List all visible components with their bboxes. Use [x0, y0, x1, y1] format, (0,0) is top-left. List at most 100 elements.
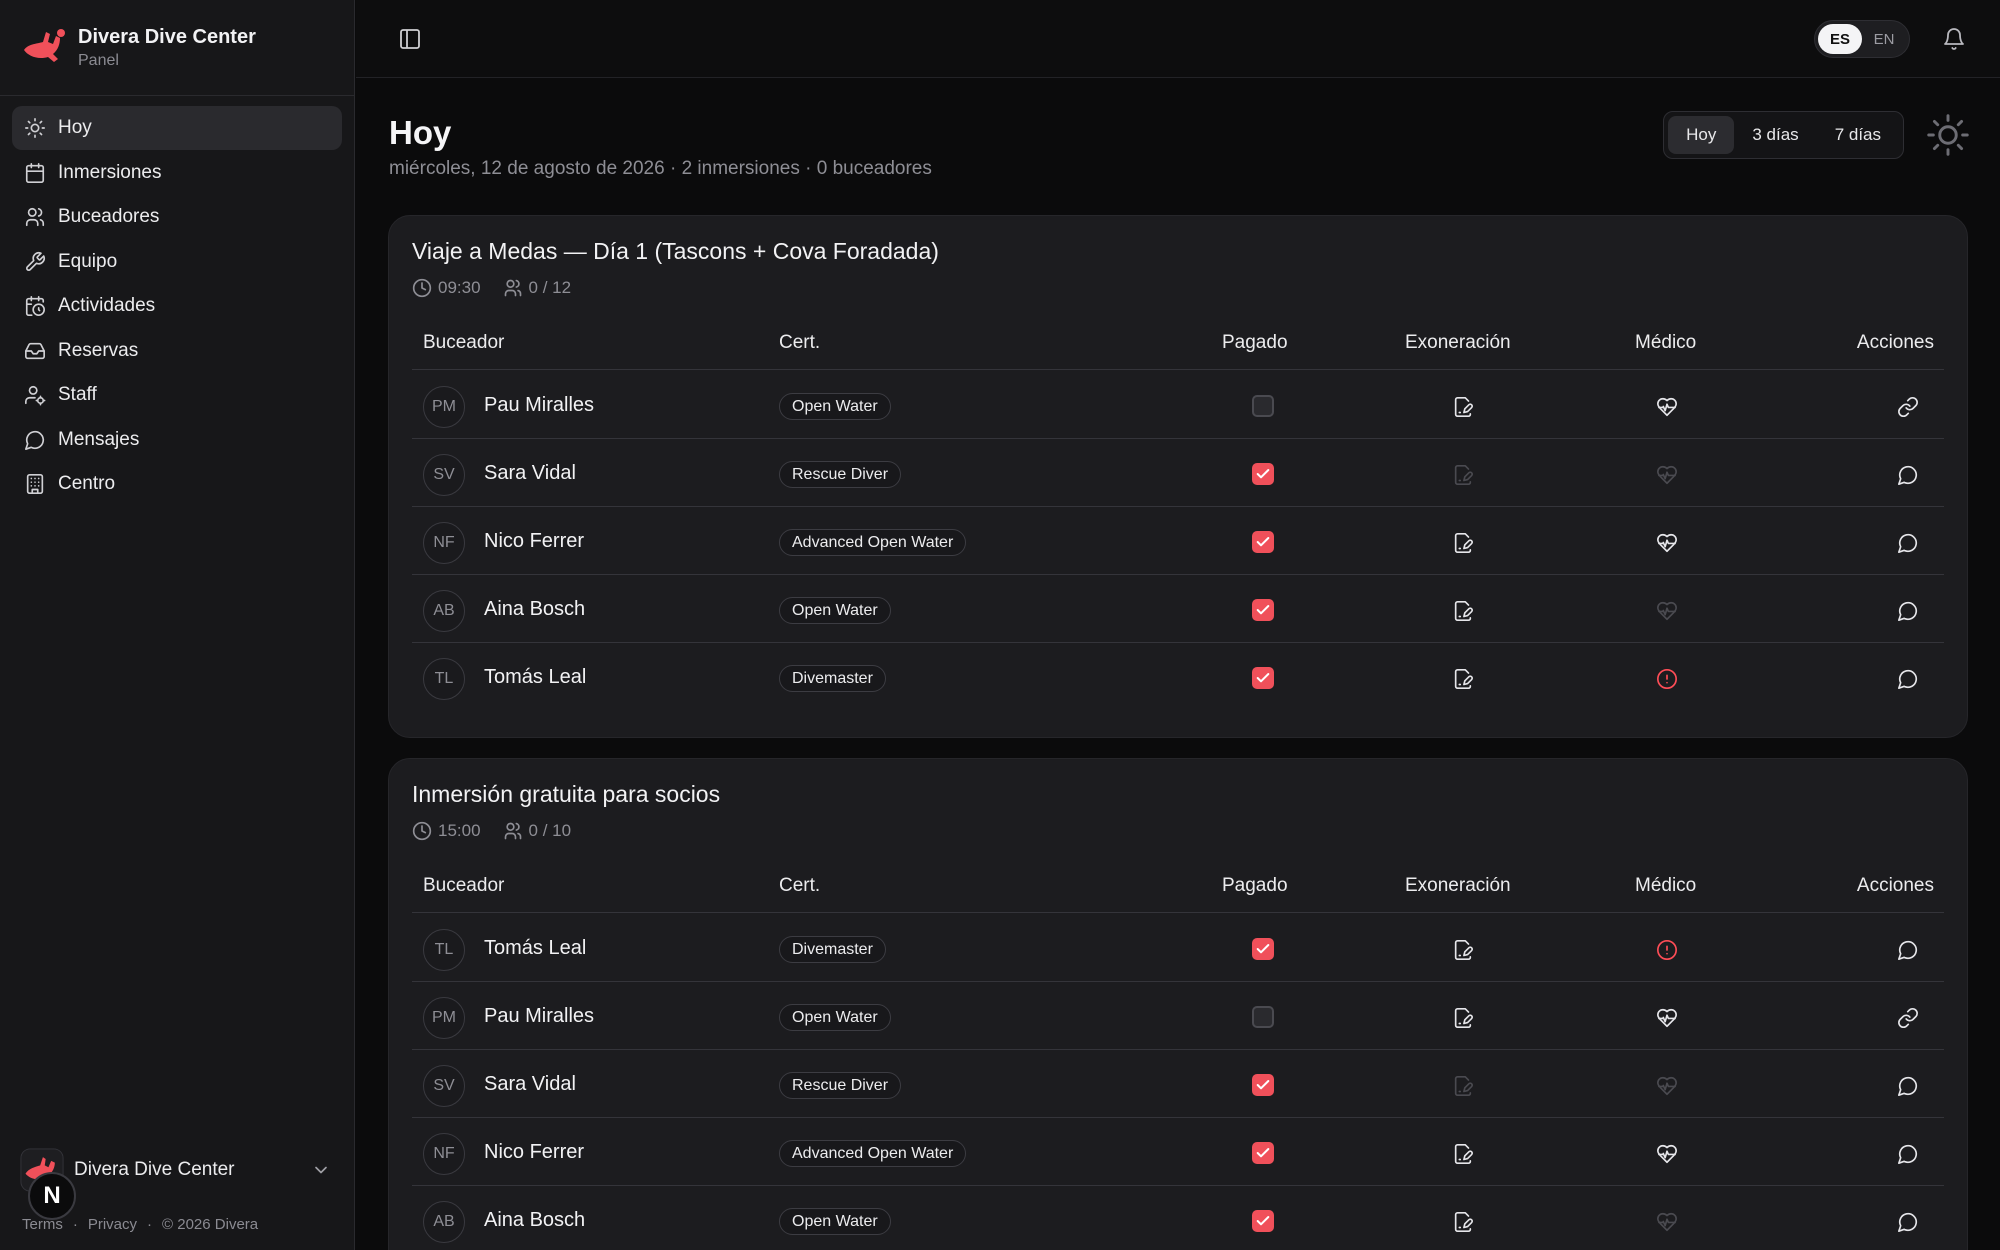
- sidebar: Divera Dive Center Panel Hoy Inmersiones B…: [0, 0, 355, 1250]
- file-signature-icon[interactable]: [1452, 600, 1474, 622]
- message-icon[interactable]: [1897, 1143, 1919, 1165]
- dive-title: Inmersión gratuita para socios: [412, 781, 721, 807]
- dive-time: 09:30: [438, 278, 481, 297]
- dive-title: Viaje a Medas — Día 1 (Tascons + Cova Fo…: [412, 238, 939, 264]
- file-signature-icon[interactable]: [1452, 1143, 1474, 1165]
- sidebar-item-buceadores[interactable]: Buceadores: [12, 195, 342, 239]
- paid-checkbox[interactable]: [1252, 1006, 1274, 1028]
- message-icon[interactable]: [1897, 1075, 1919, 1097]
- message-icon[interactable]: [1897, 532, 1919, 554]
- lang-en-button[interactable]: EN: [1862, 24, 1906, 54]
- table-header: Buceador Cert. Pagado Exoneración Médico Acci…: [412, 316, 1944, 370]
- sidebar-item-hoy[interactable]: Hoy: [12, 106, 342, 150]
- sidebar-item-centro[interactable]: Centro: [12, 462, 342, 506]
- check-icon: [1256, 537, 1270, 547]
- message-icon[interactable]: [1897, 1211, 1919, 1233]
- diver-name[interactable]: Aina Bosch: [484, 1209, 585, 1232]
- file-signature-icon[interactable]: [1452, 1211, 1474, 1233]
- col-paid: Pagado: [1222, 875, 1288, 896]
- message-icon[interactable]: [1897, 600, 1919, 622]
- cert-badge: Rescue Diver: [779, 461, 902, 488]
- users-icon: [25, 207, 45, 227]
- paid-checkbox[interactable]: [1252, 1074, 1274, 1096]
- file-signature-icon[interactable]: [1452, 464, 1474, 486]
- sidebar-item-actividades[interactable]: Actividades: [12, 284, 342, 328]
- table-row: SV Sara Vidal Rescue Diver: [412, 1050, 1944, 1118]
- account-name: Divera Dive Center: [74, 1159, 235, 1180]
- heart-pulse-icon[interactable]: [1656, 600, 1678, 622]
- range-3-days-button[interactable]: 3 días: [1734, 116, 1816, 154]
- alert-circle-icon[interactable]: [1656, 939, 1678, 961]
- cert-badge: Divemaster: [779, 665, 886, 692]
- diver-name[interactable]: Nico Ferrer: [484, 530, 584, 553]
- dev-tools-badge[interactable]: N: [28, 1172, 76, 1220]
- heart-pulse-icon[interactable]: [1656, 1143, 1678, 1165]
- building-icon: [26, 474, 44, 494]
- bell-icon[interactable]: [1942, 27, 1966, 51]
- range-today-button[interactable]: Hoy: [1668, 116, 1735, 154]
- copyright: © 2026 Divera: [162, 1215, 259, 1233]
- file-signature-icon[interactable]: [1452, 939, 1474, 961]
- diver-name[interactable]: Sara Vidal: [484, 462, 576, 485]
- range-7-days-button[interactable]: 7 días: [1817, 116, 1899, 154]
- message-icon[interactable]: [1897, 668, 1919, 690]
- sidebar-toggle-icon[interactable]: [398, 27, 422, 51]
- sun-icon[interactable]: [1926, 113, 1970, 157]
- alert-circle-icon[interactable]: [1656, 668, 1678, 690]
- table-row: PM Pau Miralles Open Water: [412, 371, 1944, 439]
- diver-name[interactable]: Nico Ferrer: [484, 1141, 584, 1164]
- avatar: AB: [423, 1201, 465, 1243]
- cert-badge: Open Water: [779, 1004, 891, 1031]
- heart-pulse-icon[interactable]: [1656, 464, 1678, 486]
- avatar: TL: [423, 929, 465, 971]
- diver-name[interactable]: Pau Miralles: [484, 394, 594, 417]
- link-icon[interactable]: [1897, 1007, 1919, 1029]
- check-icon: [1256, 1216, 1270, 1226]
- sidebar-item-staff[interactable]: Staff: [12, 373, 342, 417]
- sidebar-item-inmersiones[interactable]: Inmersiones: [12, 151, 342, 195]
- file-signature-icon[interactable]: [1452, 396, 1474, 418]
- sidebar-item-reservas[interactable]: Reservas: [12, 329, 342, 373]
- message-icon[interactable]: [1897, 939, 1919, 961]
- paid-checkbox[interactable]: [1252, 938, 1274, 960]
- sidebar-item-label: Hoy: [58, 117, 92, 138]
- diver-name[interactable]: Pau Miralles: [484, 1005, 594, 1028]
- paid-checkbox[interactable]: [1252, 395, 1274, 417]
- privacy-link[interactable]: Privacy: [88, 1216, 137, 1233]
- paid-checkbox[interactable]: [1252, 1142, 1274, 1164]
- col-cert: Cert.: [779, 332, 821, 353]
- heart-pulse-icon[interactable]: [1656, 1211, 1678, 1233]
- heart-pulse-icon[interactable]: [1656, 532, 1678, 554]
- users-icon: [504, 822, 521, 840]
- separator: ·: [147, 1215, 153, 1233]
- page-subtitle: miércoles, 12 de agosto de 2026 · 2 inme…: [389, 158, 932, 179]
- file-signature-icon[interactable]: [1452, 668, 1474, 690]
- link-icon[interactable]: [1897, 396, 1919, 418]
- table-header: Buceador Cert. Pagado Exoneración Médico Acci…: [412, 859, 1944, 913]
- brand[interactable]: Divera Dive Center Panel: [0, 0, 354, 96]
- heart-pulse-icon[interactable]: [1656, 396, 1678, 418]
- table-row: TL Tomás Leal Divemaster: [412, 914, 1944, 982]
- diver-name[interactable]: Sara Vidal: [484, 1073, 576, 1096]
- sidebar-item-equipo[interactable]: Equipo: [12, 240, 342, 284]
- diver-name[interactable]: Aina Bosch: [484, 598, 585, 621]
- sidebar-item-mensajes[interactable]: Mensajes: [12, 418, 342, 462]
- heart-pulse-icon[interactable]: [1656, 1007, 1678, 1029]
- paid-checkbox[interactable]: [1252, 463, 1274, 485]
- file-signature-icon[interactable]: [1452, 1075, 1474, 1097]
- diver-name[interactable]: Tomás Leal: [484, 937, 586, 960]
- dive-capacity: 0 / 10: [528, 821, 572, 840]
- file-signature-icon[interactable]: [1452, 1007, 1474, 1029]
- message-icon[interactable]: [1897, 464, 1919, 486]
- col-paid: Pagado: [1222, 332, 1288, 353]
- file-signature-icon[interactable]: [1452, 532, 1474, 554]
- calendar-icon: [25, 162, 45, 183]
- paid-checkbox[interactable]: [1252, 1210, 1274, 1232]
- diver-name[interactable]: Tomás Leal: [484, 666, 586, 689]
- diver-logo-icon: [24, 28, 65, 62]
- heart-pulse-icon[interactable]: [1656, 1075, 1678, 1097]
- paid-checkbox[interactable]: [1252, 531, 1274, 553]
- paid-checkbox[interactable]: [1252, 599, 1274, 621]
- paid-checkbox[interactable]: [1252, 667, 1274, 689]
- lang-es-button[interactable]: ES: [1818, 24, 1862, 54]
